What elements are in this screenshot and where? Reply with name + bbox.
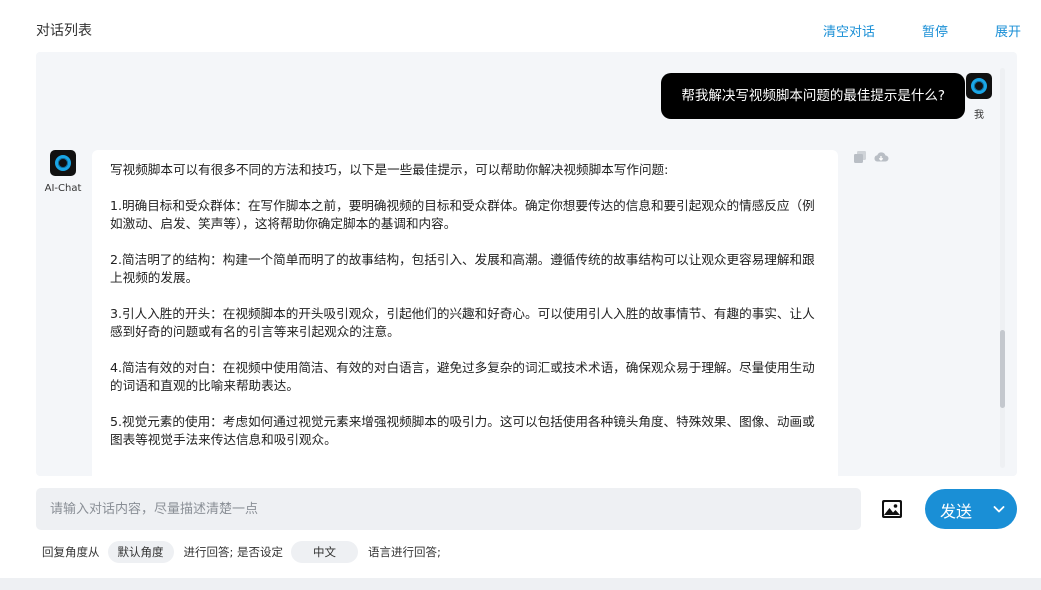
- language-select[interactable]: 中文: [291, 541, 359, 563]
- ai-paragraph: 2.简洁明了的结构：构建一个简单而明了的故事结构，包括引入、发展和高潮。遵循传统…: [110, 252, 815, 285]
- ai-paragraph: 5.视觉元素的使用：考虑如何通过视觉元素来增强视频脚本的吸引力。这可以包括使用各…: [110, 414, 815, 447]
- ai-avatar: [50, 150, 76, 176]
- ai-message-bubble: 写视频脚本可以有很多不同的方法和技巧，以下是一些最佳提示，可以帮助你解决视频脚本…: [92, 150, 838, 476]
- ai-paragraph: 1.明确目标和受众群体：在写作脚本之前，要明确视频的目标和受众群体。确定你想要传…: [110, 198, 815, 231]
- user-message-bubble: 帮我解决写视频脚本问题的最佳提示是什么?: [661, 73, 965, 119]
- chat-scrollbar-thumb[interactable]: [1000, 330, 1005, 408]
- message-tools: [853, 150, 889, 164]
- options-suffix-text: 语言进行回答;: [368, 545, 441, 559]
- ai-paragraph: 写视频脚本可以有很多不同的方法和技巧，以下是一些最佳提示，可以帮助你解决视频脚本…: [110, 162, 669, 177]
- angle-select[interactable]: 默认角度: [107, 541, 174, 563]
- chat-app: 对话列表 清空对话 暂停 展开 帮我解决写视频脚本问题的最佳提示是什么? 我 A…: [0, 0, 1041, 590]
- clear-chat-button[interactable]: 清空对话: [823, 21, 875, 40]
- logo-icon: [55, 155, 71, 171]
- ai-paragraph: 4.简洁有效的对白：在视频中使用简洁、有效的对白语言，避免过多复杂的词汇或技术术…: [110, 360, 815, 393]
- logo-icon: [971, 78, 987, 94]
- pause-button[interactable]: 暂停: [922, 21, 948, 40]
- cloud-icon[interactable]: [873, 150, 889, 164]
- send-button-label: 发送: [940, 502, 973, 521]
- bottom-divider: [0, 578, 1041, 590]
- page-title: 对话列表: [36, 23, 92, 39]
- header: 对话列表 清空对话 暂停 展开: [36, 18, 1021, 42]
- user-avatar: [966, 73, 992, 99]
- chat-scrollbar[interactable]: [1000, 68, 1005, 468]
- reply-options: 回复角度从 默认角度 进行回答; 是否设定 中文 语言进行回答;: [42, 540, 441, 564]
- image-icon[interactable]: [880, 497, 904, 521]
- ai-avatar-label: AI-Chat: [44, 183, 82, 194]
- copy-icon[interactable]: [853, 150, 867, 164]
- ai-paragraph: 3.引人入胜的开头：在视频脚本的开头吸引观众，引起他们的兴趣和好奇心。可以使用引…: [110, 306, 815, 339]
- message-input[interactable]: [36, 488, 861, 530]
- chevron-down-icon[interactable]: [992, 502, 1006, 516]
- user-avatar-label: 我: [974, 110, 984, 121]
- expand-button[interactable]: 展开: [995, 21, 1021, 40]
- chat-panel[interactable]: 帮我解决写视频脚本问题的最佳提示是什么? 我 AI-Chat 写视频脚本可以有很…: [36, 52, 1017, 476]
- options-middle-text: 进行回答; 是否设定: [183, 545, 284, 559]
- header-actions: 清空对话 暂停 展开: [776, 21, 1021, 40]
- send-button[interactable]: 发送: [925, 489, 1017, 529]
- options-prefix-text: 回复角度从: [42, 545, 100, 559]
